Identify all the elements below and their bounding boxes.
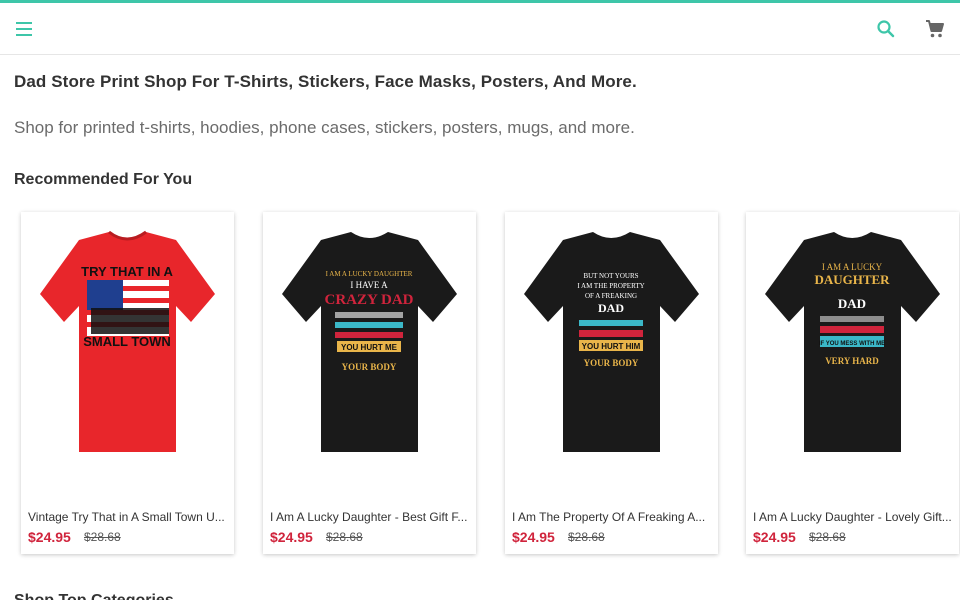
print-line-2: DAUGHTER xyxy=(814,272,890,287)
cart-button[interactable] xyxy=(917,11,953,47)
black-tshirt-image: I AM A LUCKY DAUGHTER DAD IF YOU MESS WI… xyxy=(765,232,940,452)
print-line-1: TRY THAT IN A xyxy=(81,264,173,279)
product-name: I Am A Lucky Daughter - Lovely Gift... xyxy=(753,510,952,524)
search-icon xyxy=(877,20,895,38)
print-line-6: YOUR BODY xyxy=(584,358,639,368)
page-title: Dad Store Print Shop For T-Shirts, Stick… xyxy=(14,72,637,91)
page-subtitle: Shop for printed t-shirts, hoodies, phon… xyxy=(14,118,635,137)
product-card[interactable]: BUT NOT YOURS I AM THE PROPERTY OF A FRE… xyxy=(505,212,718,554)
print-line-4: IF YOU MESS WITH ME xyxy=(819,341,885,347)
product-old-price: $28.68 xyxy=(84,530,121,544)
print-line-2: I HAVE A xyxy=(350,280,388,290)
print-line-3: OF A FREAKING xyxy=(585,292,637,300)
print-line-5: VERY HARD xyxy=(825,356,879,366)
top-categories-heading: Shop Top Categories xyxy=(14,592,174,600)
product-image[interactable]: I AM A LUCKY DAUGHTER I HAVE A CRAZY DAD… xyxy=(263,212,476,502)
product-image[interactable]: I AM A LUCKY DAUGHTER DAD IF YOU MESS WI… xyxy=(746,212,959,502)
product-price: $24.95 xyxy=(512,529,555,545)
print-line-3: CRAZY DAD xyxy=(324,292,413,308)
hamburger-menu-icon xyxy=(16,22,32,36)
product-card[interactable]: I AM A LUCKY DAUGHTER I HAVE A CRAZY DAD… xyxy=(263,212,476,554)
print-line-4: YOU HURT ME xyxy=(341,343,398,352)
product-image[interactable]: TRY THAT IN A SMALL TOWN xyxy=(21,212,234,502)
red-tshirt-image: TRY THAT IN A SMALL TOWN xyxy=(40,230,215,452)
top-app-bar xyxy=(0,3,960,55)
product-card[interactable]: I AM A LUCKY DAUGHTER DAD IF YOU MESS WI… xyxy=(746,212,959,554)
print-line-1: BUT NOT YOURS xyxy=(583,272,638,280)
print-line-3: DAD xyxy=(838,296,866,311)
print-line-2: SMALL TOWN xyxy=(83,334,171,349)
product-name: I Am A Lucky Daughter - Best Gift F... xyxy=(270,510,468,524)
print-line-4: DAD xyxy=(598,301,624,315)
recommended-heading: Recommended For You xyxy=(14,171,193,188)
product-old-price: $28.68 xyxy=(568,530,605,544)
black-tshirt-image: I AM A LUCKY DAUGHTER I HAVE A CRAZY DAD… xyxy=(282,232,457,452)
print-line-2: I AM THE PROPERTY xyxy=(577,282,644,290)
product-card[interactable]: TRY THAT IN A SMALL TOWN Vintage Try Tha… xyxy=(21,212,234,554)
product-price: $24.95 xyxy=(28,529,71,545)
search-button[interactable] xyxy=(868,11,904,47)
product-old-price: $28.68 xyxy=(809,530,846,544)
product-image[interactable]: BUT NOT YOURS I AM THE PROPERTY OF A FRE… xyxy=(505,212,718,502)
shopping-cart-icon xyxy=(926,20,944,38)
hamburger-menu-button[interactable] xyxy=(7,11,43,47)
black-tshirt-image: BUT NOT YOURS I AM THE PROPERTY OF A FRE… xyxy=(524,232,699,452)
print-line-1: I AM A LUCKY DAUGHTER xyxy=(326,270,413,278)
product-name: I Am The Property Of A Freaking A... xyxy=(512,510,706,524)
print-line-5: YOUR BODY xyxy=(342,362,397,372)
print-line-5: YOU HURT HIM xyxy=(582,342,641,351)
print-line-1: I AM A LUCKY xyxy=(822,262,883,272)
product-price: $24.95 xyxy=(270,529,313,545)
product-name: Vintage Try That in A Small Town U... xyxy=(28,510,225,524)
product-old-price: $28.68 xyxy=(326,530,363,544)
product-price: $24.95 xyxy=(753,529,796,545)
